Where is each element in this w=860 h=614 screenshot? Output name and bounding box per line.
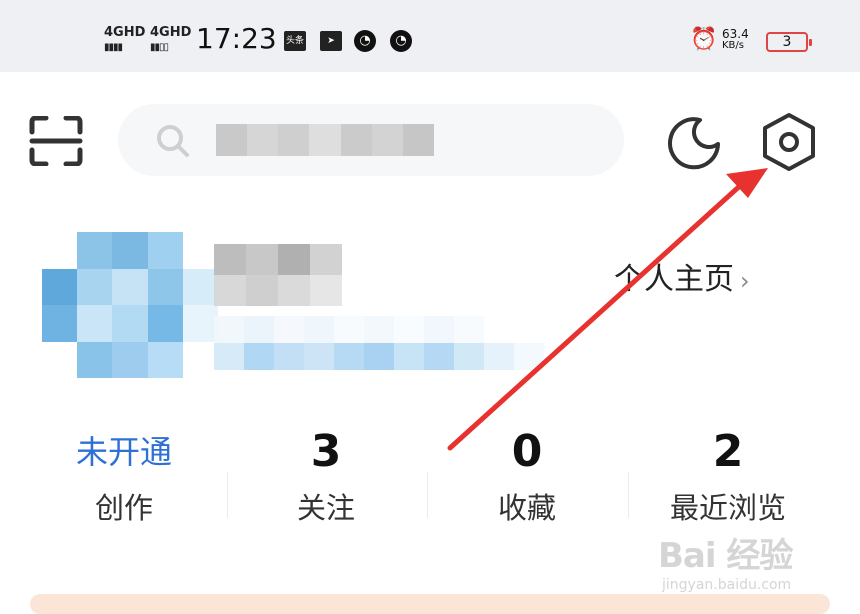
watermark-sub: jingyan.baidu.com (662, 577, 792, 593)
night-mode-button[interactable] (664, 114, 722, 172)
network-speed-value: 63.4 (722, 27, 749, 41)
settings-button[interactable] (760, 112, 818, 172)
stat-following[interactable]: 3 关注 (226, 420, 426, 528)
stat-creation[interactable]: 未开通 创作 (24, 420, 224, 528)
alarm-icon: ⏰ (690, 27, 718, 52)
status-bar: 4GHD ▮▮▮▮ 4GHD ▮▮▯▯ 17:23 头条 ➤ ◔ ◔ ⏰ 63.… (0, 0, 860, 72)
moon-icon (668, 117, 720, 170)
avatar[interactable] (42, 232, 218, 378)
stat-favorites[interactable]: 0 收藏 (427, 420, 627, 528)
bottom-banner[interactable] (30, 594, 830, 614)
network-type-label-1: 4GHD (104, 25, 146, 40)
network-type-label-2: 4GHD (150, 25, 192, 40)
baidu-jingyan-watermark: Bai 经验 jingyan.baidu.com (658, 528, 793, 593)
search-icon (157, 125, 189, 157)
compass-notification-icon: ◔ (390, 30, 412, 52)
network-signal-2: 4GHD ▮▮▯▯ (150, 26, 191, 54)
stat-value: 3 (310, 426, 342, 477)
username-blurred (214, 244, 342, 306)
scan-button[interactable] (28, 115, 84, 167)
stat-label: 最近浏览 (669, 491, 786, 525)
stat-value: 未开通 (75, 433, 172, 471)
signal-bars-icon: ▮▮▮▮ (104, 42, 123, 53)
search-bar[interactable] (118, 104, 624, 176)
compass-notification-icon: ◔ (354, 30, 376, 52)
stat-label: 收藏 (497, 491, 556, 525)
battery-icon: 3 (766, 32, 812, 52)
watermark-main: Bai 经验 (658, 536, 793, 576)
gear-icon (763, 113, 815, 171)
network-signal-1: 4GHD ▮▮▮▮ (104, 26, 145, 54)
stat-value: 2 (712, 426, 744, 477)
scan-icon (29, 115, 83, 167)
personal-homepage-link[interactable]: 个人主页 › (614, 254, 750, 298)
toutiao-notification-icon: 头条 (284, 31, 306, 51)
stat-recent-views[interactable]: 2 最近浏览 (628, 420, 828, 528)
search-placeholder-blurred (216, 124, 434, 156)
chevron-right-icon: › (740, 267, 750, 295)
personal-homepage-label: 个人主页 (614, 262, 734, 297)
stats-row: 未开通 创作 3 关注 0 收藏 2 最近浏览 (24, 420, 852, 540)
status-time: 17:23 (196, 22, 277, 55)
bio-blurred (214, 316, 544, 370)
stat-value: 0 (511, 426, 543, 477)
network-speed: 63.4 KB/s (722, 28, 749, 52)
network-speed-unit: KB/s (722, 40, 744, 51)
send-notification-icon: ➤ (320, 31, 342, 51)
stat-label: 关注 (296, 491, 355, 525)
stat-label: 创作 (94, 491, 153, 525)
signal-bars-icon: ▮▮▯▯ (150, 42, 169, 53)
